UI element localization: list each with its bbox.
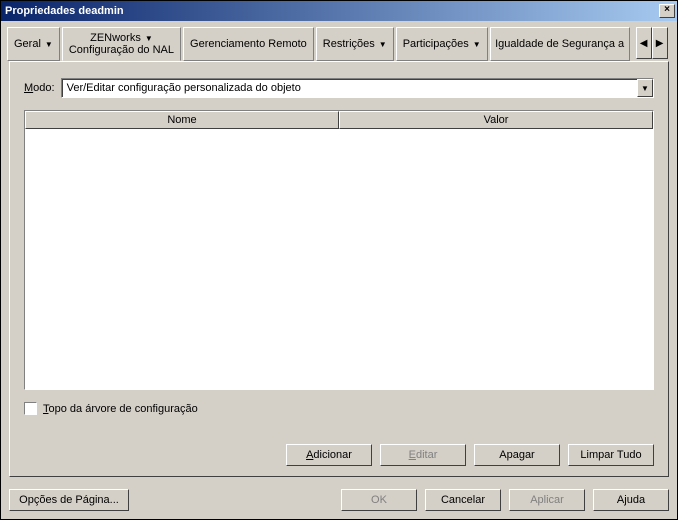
tab-zenworks-label: ZENworks <box>90 32 141 44</box>
chevron-down-icon: ▼ <box>379 40 387 49</box>
content-panel: Modo: Ver/Editar configuração personaliz… <box>9 61 669 477</box>
tab-nav-left[interactable]: ◀ <box>636 27 652 59</box>
tab-participacoes-label: Participações <box>403 38 469 50</box>
mode-value: Ver/Editar configuração personalizada do… <box>62 79 637 97</box>
tab-geral-label: Geral <box>14 38 41 50</box>
tab-restricoes-label: Restrições <box>323 38 375 50</box>
settings-list: Nome Valor <box>24 110 654 390</box>
ok-button[interactable]: OK <box>341 489 417 511</box>
dialog-footer: Opções de Página... OK Cancelar Aplicar … <box>1 485 677 519</box>
mode-row: Modo: Ver/Editar configuração personaliz… <box>24 78 654 98</box>
tab-bar: Geral ▼ ZENworks ▼ Configuração do NAL G… <box>1 21 677 61</box>
mode-select[interactable]: Ver/Editar configuração personalizada do… <box>61 78 654 98</box>
tab-gerenciamento-remoto[interactable]: Gerenciamento Remoto <box>183 27 314 61</box>
page-options-button[interactable]: Opções de Página... <box>9 489 129 511</box>
tab-igualdade[interactable]: Igualdade de Segurança a <box>490 27 630 61</box>
chevron-down-icon: ▼ <box>145 34 153 43</box>
tab-zenworks-sub: Configuração do NAL <box>69 44 174 56</box>
column-header-value[interactable]: Valor <box>339 111 653 129</box>
tab-igualdade-label: Igualdade de Segurança a <box>495 38 624 50</box>
list-headers: Nome Valor <box>25 111 653 129</box>
tab-participacoes[interactable]: Participações ▼ <box>396 27 488 61</box>
dropdown-button[interactable]: ▼ <box>637 79 653 97</box>
tab-nav-right[interactable]: ▶ <box>652 27 668 59</box>
delete-button[interactable]: Apagar <box>474 444 560 466</box>
close-button[interactable]: × <box>659 4 675 18</box>
top-of-tree-checkbox[interactable] <box>24 402 37 415</box>
chevron-down-icon: ▼ <box>473 40 481 49</box>
add-button[interactable]: Adicionar <box>286 444 372 466</box>
top-of-tree-label: Topo da árvore de configuração <box>43 403 198 415</box>
top-of-tree-row: Topo da árvore de configuração <box>24 402 654 415</box>
tab-gerenciamento-label: Gerenciamento Remoto <box>190 38 307 50</box>
tab-nav: ◀ ▶ <box>636 27 668 61</box>
clear-all-button[interactable]: Limpar Tudo <box>568 444 654 466</box>
column-header-name[interactable]: Nome <box>25 111 339 129</box>
tab-restricoes[interactable]: Restrições ▼ <box>316 27 394 61</box>
titlebar: Propriedades deadmin × <box>1 1 677 21</box>
apply-button[interactable]: Aplicar <box>509 489 585 511</box>
edit-button[interactable]: Editar <box>380 444 466 466</box>
cancel-button[interactable]: Cancelar <box>425 489 501 511</box>
help-button[interactable]: Ajuda <box>593 489 669 511</box>
chevron-down-icon: ▼ <box>45 40 53 49</box>
properties-window: Propriedades deadmin × Geral ▼ ZENworks … <box>0 0 678 520</box>
tab-zenworks[interactable]: ZENworks ▼ Configuração do NAL <box>62 27 181 61</box>
list-body[interactable] <box>25 129 653 389</box>
mode-label: Modo: <box>24 82 55 94</box>
window-title: Propriedades deadmin <box>5 5 657 17</box>
tab-geral[interactable]: Geral ▼ <box>7 27 60 61</box>
action-buttons: Adicionar Editar Apagar Limpar Tudo <box>24 434 654 466</box>
